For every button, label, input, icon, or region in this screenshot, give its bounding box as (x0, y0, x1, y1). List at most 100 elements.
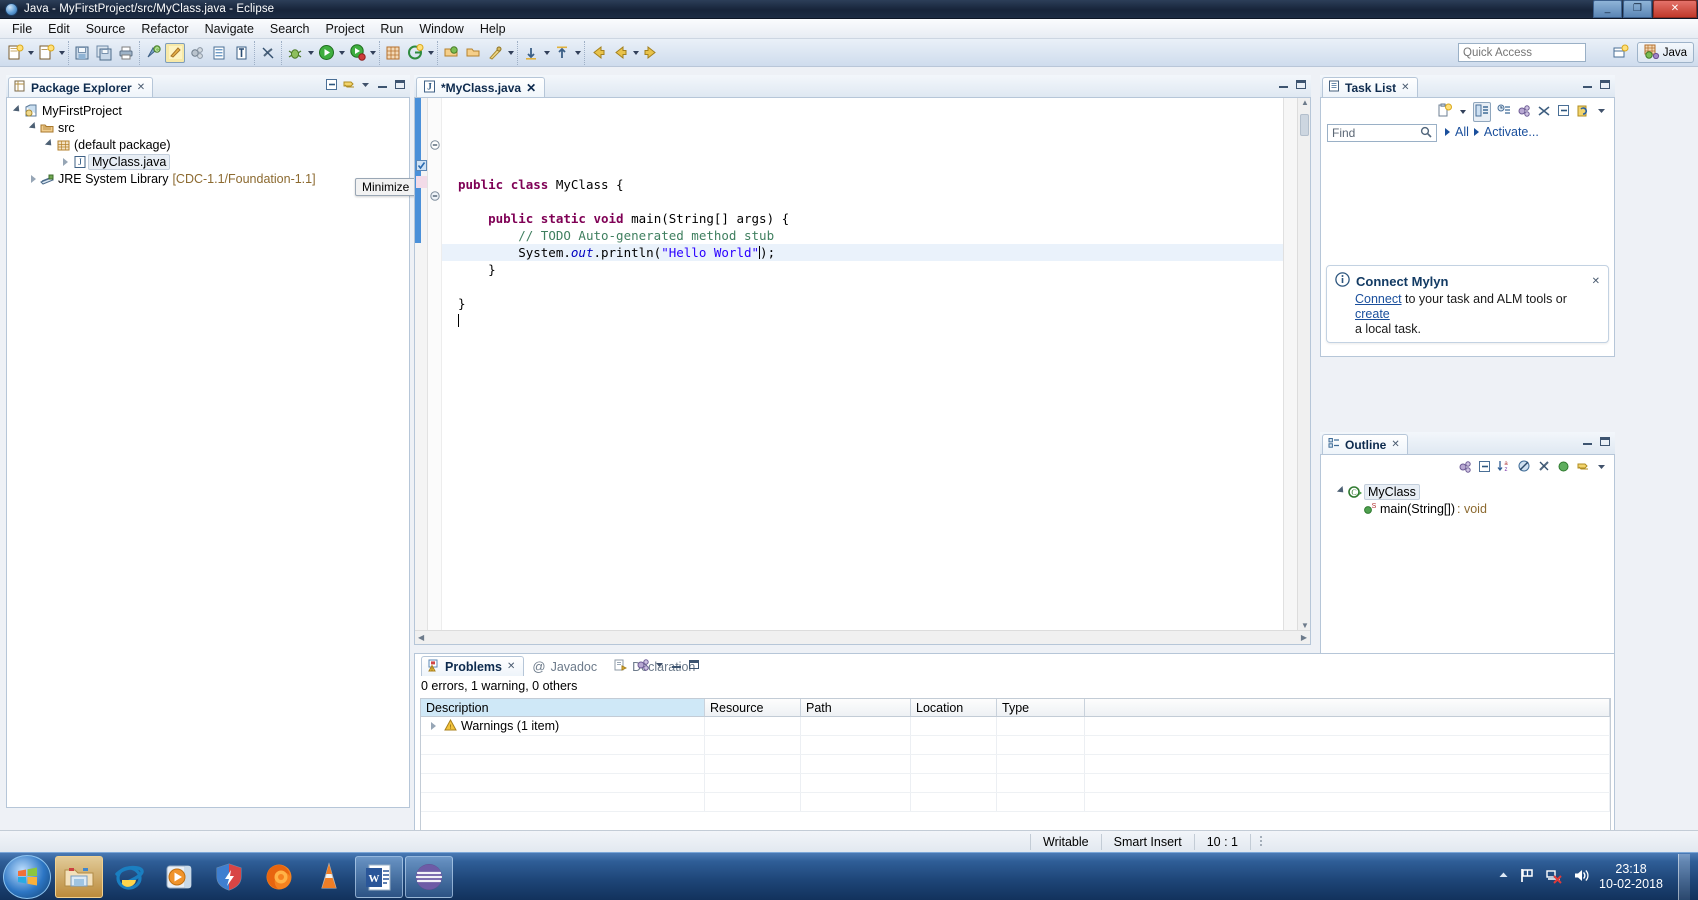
view-menu-icon[interactable] (1596, 461, 1608, 475)
internet-explorer-icon[interactable] (105, 856, 153, 898)
open-perspective-icon[interactable] (1610, 42, 1632, 63)
table-row[interactable] (421, 736, 1610, 755)
twisty-icon[interactable] (27, 124, 39, 132)
close-button[interactable]: ✕ (1653, 0, 1697, 18)
column-header-type[interactable]: Type (997, 699, 1085, 716)
focus-on-active-task-icon[interactable] (636, 658, 650, 671)
link-with-editor-icon[interactable] (258, 43, 278, 63)
collapse-marker[interactable] (430, 190, 440, 204)
tree-item-src[interactable]: src (11, 119, 409, 136)
menu-edit[interactable]: Edit (40, 20, 78, 38)
chevron-down-icon[interactable] (26, 43, 35, 63)
hide-fields-icon[interactable] (1517, 459, 1531, 476)
minimize-icon[interactable] (376, 78, 389, 91)
scroll-up-arrow[interactable]: ▲ (1298, 98, 1310, 107)
maximize-button[interactable]: ❐ (1623, 0, 1652, 18)
next-annotation-icon[interactable] (521, 43, 541, 63)
triangle-right-icon[interactable] (1473, 128, 1479, 136)
table-row[interactable] (421, 793, 1610, 812)
new-java-class-icon[interactable] (36, 43, 56, 63)
chevron-down-icon[interactable] (542, 43, 551, 63)
close-icon[interactable]: ✕ (137, 82, 145, 93)
menu-refactor[interactable]: Refactor (133, 20, 196, 38)
forward-icon[interactable] (610, 43, 630, 63)
view-menu-icon[interactable] (1596, 105, 1608, 119)
twisty-icon[interactable] (27, 175, 39, 183)
windows-explorer-icon[interactable] (55, 855, 103, 898)
scheduled-presentation-icon[interactable] (1497, 104, 1511, 120)
show-hidden-icons-arrow[interactable] (1497, 869, 1510, 885)
chevron-down-icon[interactable] (368, 43, 377, 63)
editor-vertical-scrollbar[interactable]: ▲ ▼ (1297, 98, 1310, 644)
perspective-java-button[interactable]: Java (1636, 42, 1694, 63)
print-icon[interactable] (116, 43, 136, 63)
collapse-all-icon[interactable] (1537, 104, 1551, 120)
vlc-cone-icon[interactable] (305, 856, 353, 898)
word-icon[interactable]: W (355, 855, 403, 898)
chevron-down-icon[interactable] (426, 43, 435, 63)
open-task-icon[interactable] (209, 43, 229, 63)
maximize-icon[interactable] (1598, 78, 1611, 91)
collapse-all-icon[interactable] (1478, 460, 1491, 476)
tab-javadoc[interactable]: @ Javadoc (526, 656, 606, 676)
search-icon[interactable] (1420, 126, 1432, 141)
collapse-all-icon[interactable] (325, 78, 338, 91)
forward-arrow-icon[interactable] (641, 43, 661, 63)
search-icon[interactable] (485, 43, 505, 63)
editor-folding-bar[interactable] (428, 98, 442, 644)
twisty-icon[interactable] (59, 158, 71, 166)
table-row[interactable]: ! Warnings (1 item) (421, 717, 1610, 736)
close-icon[interactable]: ✕ (1401, 82, 1409, 93)
tab-myclass-java[interactable]: J *MyClass.java ✕ (416, 77, 546, 97)
close-icon[interactable]: ✕ (526, 81, 536, 95)
outline-item-main-method[interactable]: S main(String[]) : void (1325, 500, 1614, 517)
menu-file[interactable]: File (4, 20, 40, 38)
coverage-icon[interactable] (347, 43, 367, 63)
chevron-down-icon[interactable] (57, 43, 66, 63)
twisty-icon[interactable] (426, 722, 440, 730)
eclipse-icon[interactable] (405, 855, 453, 898)
sort-icon[interactable]: az (1497, 459, 1511, 476)
show-desktop-button[interactable] (1678, 853, 1690, 900)
twisty-icon[interactable] (1335, 488, 1347, 496)
minimize-icon[interactable] (1581, 435, 1594, 448)
menu-help[interactable]: Help (472, 20, 514, 38)
previous-annotation-icon[interactable] (552, 43, 572, 63)
synchronize-icon[interactable] (1576, 104, 1590, 120)
scroll-left-arrow[interactable]: ◀ (415, 633, 427, 642)
menu-navigate[interactable]: Navigate (197, 20, 262, 38)
new-wizard-icon[interactable] (5, 43, 25, 63)
network-disconnected-icon[interactable] (1545, 867, 1563, 887)
twisty-icon[interactable] (43, 141, 55, 149)
back-icon[interactable] (588, 43, 608, 63)
connect-link[interactable]: Connect (1355, 292, 1402, 306)
column-header-path[interactable]: Path (801, 699, 911, 716)
view-menu-icon[interactable] (359, 78, 372, 91)
twisty-icon[interactable] (11, 107, 23, 115)
tree-item-myfirstproject[interactable]: MyFirstProject (11, 102, 409, 119)
chevron-down-icon[interactable] (573, 43, 582, 63)
triangle-right-icon[interactable] (1445, 128, 1450, 136)
code-editor[interactable]: public class MyClass { public static voi… (415, 98, 1310, 644)
restore-icon[interactable] (1557, 104, 1570, 120)
save-all-icon[interactable] (94, 43, 114, 63)
chevron-down-icon[interactable] (1458, 102, 1467, 122)
hide-static-icon[interactable] (1537, 459, 1551, 476)
create-link[interactable]: create (1355, 307, 1390, 321)
maximize-icon[interactable] (393, 78, 406, 91)
tab-outline[interactable]: Outline ✕ (1322, 434, 1408, 454)
close-icon[interactable]: ✕ (507, 661, 515, 672)
close-icon[interactable]: ✕ (1592, 276, 1600, 287)
scroll-right-arrow[interactable]: ▶ (1298, 633, 1310, 642)
windows-start-icon[interactable] (3, 854, 51, 899)
maximize-icon[interactable] (687, 658, 700, 671)
scroll-down-arrow[interactable]: ▼ (1298, 621, 1311, 630)
editor-horizontal-scrollbar[interactable]: ◀ ▶ (415, 630, 1310, 644)
focus-on-workweek-icon[interactable] (1517, 104, 1531, 120)
taskbar-clock[interactable]: 23:18 10-02-2018 (1599, 862, 1663, 892)
minimize-icon[interactable] (1277, 78, 1290, 91)
table-row[interactable] (421, 774, 1610, 793)
new-task-icon[interactable] (1437, 103, 1452, 121)
task-find-input[interactable]: Find (1327, 124, 1437, 142)
open-task-repository-icon[interactable] (463, 43, 483, 63)
